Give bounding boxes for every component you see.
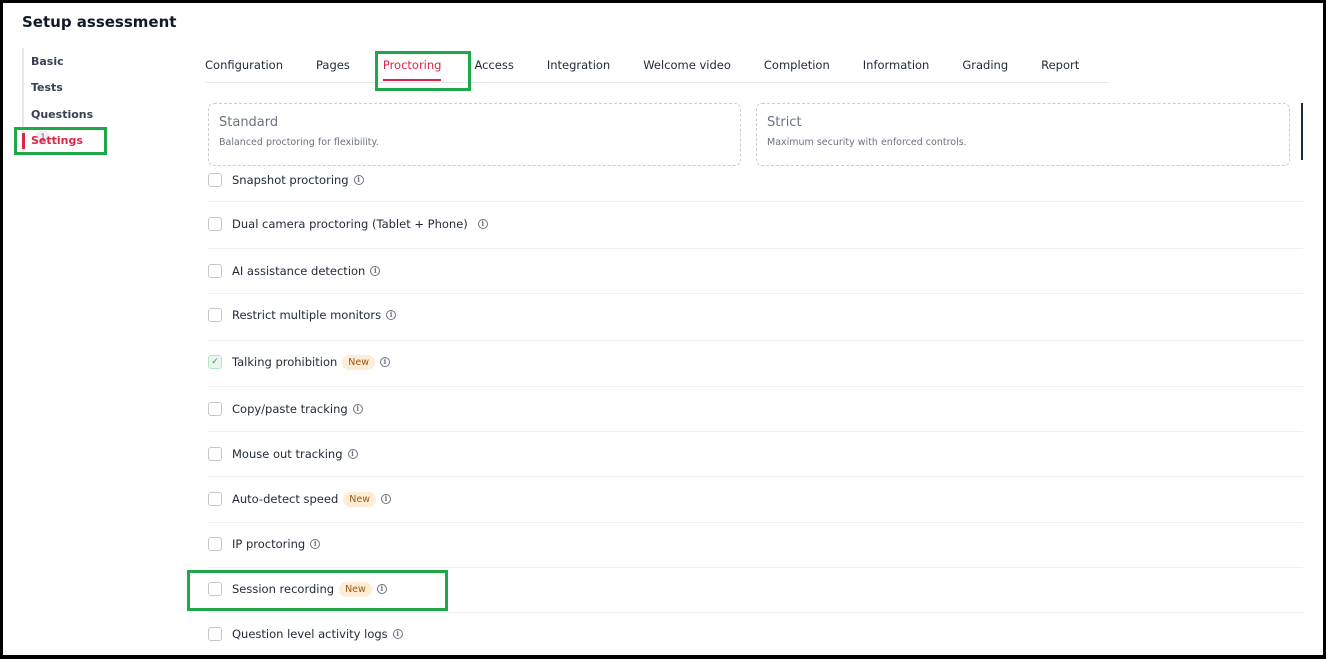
tab-grading[interactable]: Grading bbox=[962, 49, 1008, 82]
option-label: Talking prohibition bbox=[232, 355, 338, 369]
option-label: Session recording bbox=[232, 582, 335, 596]
info-circle-icon[interactable]: i bbox=[352, 404, 363, 414]
option-row-restrict-multiple-monitors: Restrict multiple monitors i bbox=[208, 294, 1303, 341]
sidebar-nav: Basic Tests Questions1 Settings bbox=[22, 48, 112, 158]
settings-tabs: Configuration Pages Proctoring Access In… bbox=[205, 49, 1108, 83]
mode-description: Maximum security with enforced controls. bbox=[767, 137, 967, 148]
tab-integration[interactable]: Integration bbox=[547, 49, 610, 82]
info-circle-icon[interactable]: i bbox=[376, 584, 387, 594]
info-circle-icon[interactable]: i bbox=[477, 219, 488, 229]
tab-access[interactable]: Access bbox=[474, 49, 513, 82]
sidebar-item-tests[interactable]: Tests bbox=[22, 77, 112, 99]
scroll-edge-divider bbox=[1301, 103, 1303, 160]
mode-card-standard[interactable]: Standard Balanced proctoring for flexibi… bbox=[208, 103, 741, 166]
option-row-ai-assistance-detection: AI assistance detection i bbox=[208, 249, 1303, 294]
session-recording-checkbox[interactable] bbox=[208, 582, 222, 596]
info-circle-icon[interactable]: i bbox=[381, 494, 391, 504]
page-title: Setup assessment bbox=[22, 13, 177, 31]
option-row-ip-proctoring: IP proctoring i bbox=[208, 523, 1303, 568]
mode-card-strict[interactable]: Strict Maximum security with enforced co… bbox=[756, 103, 1290, 166]
option-row-talking-prohibition: ✓ Talking prohibition New i bbox=[208, 341, 1303, 387]
option-label: Copy/paste tracking bbox=[232, 402, 348, 416]
info-circle-icon[interactable]: i bbox=[392, 629, 403, 639]
info-circle-icon[interactable]: i bbox=[386, 310, 397, 320]
tab-configuration[interactable]: Configuration bbox=[205, 49, 283, 82]
new-badge: New bbox=[343, 491, 376, 507]
option-label: Mouse out tracking bbox=[232, 447, 343, 461]
ai-assistance-detection-checkbox[interactable] bbox=[208, 264, 222, 278]
sidebar-item-basic[interactable]: Basic bbox=[22, 51, 112, 73]
info-circle-icon[interactable]: i bbox=[370, 266, 381, 276]
auto-detect-speed-checkbox[interactable] bbox=[208, 492, 222, 506]
snapshot-proctoring-checkbox[interactable] bbox=[208, 173, 222, 187]
tab-report[interactable]: Report bbox=[1041, 49, 1079, 82]
mode-description: Balanced proctoring for flexibility. bbox=[219, 137, 379, 148]
mode-title: Standard bbox=[219, 115, 279, 130]
option-row-dual-camera-proctoring: Dual camera proctoring (Tablet + Phone) … bbox=[208, 202, 1303, 249]
sidebar-item-label: Questions bbox=[31, 108, 94, 121]
option-row-session-recording: Session recording New i bbox=[208, 568, 1303, 613]
copy-paste-tracking-checkbox[interactable] bbox=[208, 402, 222, 416]
option-row-auto-detect-speed: Auto-detect speed New i bbox=[208, 477, 1303, 523]
new-badge: New bbox=[342, 354, 376, 370]
sidebar-item-label: Settings bbox=[31, 134, 83, 147]
dual-camera-proctoring-checkbox[interactable] bbox=[208, 217, 222, 231]
option-label: Dual camera proctoring (Tablet + Phone) bbox=[232, 217, 468, 231]
sidebar-item-questions[interactable]: Questions1 bbox=[22, 104, 112, 145]
app-window: Setup assessment Basic Tests Questions1 … bbox=[0, 0, 1326, 659]
option-label: Auto-detect speed bbox=[232, 492, 339, 506]
info-circle-icon[interactable]: i bbox=[347, 449, 358, 459]
option-label: Question level activity logs bbox=[232, 627, 388, 641]
option-row-question-level-activity-logs: Question level activity logs i bbox=[208, 613, 1303, 655]
option-label: Restrict multiple monitors bbox=[232, 308, 382, 322]
mode-title: Strict bbox=[767, 115, 802, 130]
sidebar-item-label: Tests bbox=[31, 81, 63, 94]
talking-prohibition-checkbox[interactable]: ✓ bbox=[208, 355, 222, 369]
info-circle-icon[interactable]: i bbox=[380, 357, 391, 367]
tab-information[interactable]: Information bbox=[863, 49, 930, 82]
sidebar-item-settings[interactable]: Settings bbox=[22, 130, 112, 152]
option-row-snapshot-proctoring: Snapshot proctoring i bbox=[208, 167, 1303, 202]
question-level-activity-logs-checkbox[interactable] bbox=[208, 627, 222, 641]
tab-pages[interactable]: Pages bbox=[316, 49, 350, 82]
tab-proctoring[interactable]: Proctoring bbox=[382, 49, 441, 82]
option-label: IP proctoring bbox=[232, 537, 306, 551]
new-badge: New bbox=[339, 581, 372, 597]
option-label: AI assistance detection bbox=[232, 264, 366, 278]
sidebar-item-label: Basic bbox=[31, 55, 64, 68]
info-circle-icon[interactable]: i bbox=[353, 175, 364, 185]
mouse-out-tracking-checkbox[interactable] bbox=[208, 447, 222, 461]
ip-proctoring-checkbox[interactable] bbox=[208, 537, 222, 551]
tab-completion[interactable]: Completion bbox=[764, 49, 830, 82]
info-circle-icon[interactable]: i bbox=[310, 539, 321, 549]
tab-welcome-video[interactable]: Welcome video bbox=[643, 49, 731, 82]
option-row-mouse-out-tracking: Mouse out tracking i bbox=[208, 432, 1303, 477]
option-row-copy-paste-tracking: Copy/paste tracking i bbox=[208, 387, 1303, 432]
restrict-multiple-monitors-checkbox[interactable] bbox=[208, 308, 222, 322]
option-label: Snapshot proctoring bbox=[232, 173, 349, 187]
check-icon: ✓ bbox=[211, 356, 219, 367]
